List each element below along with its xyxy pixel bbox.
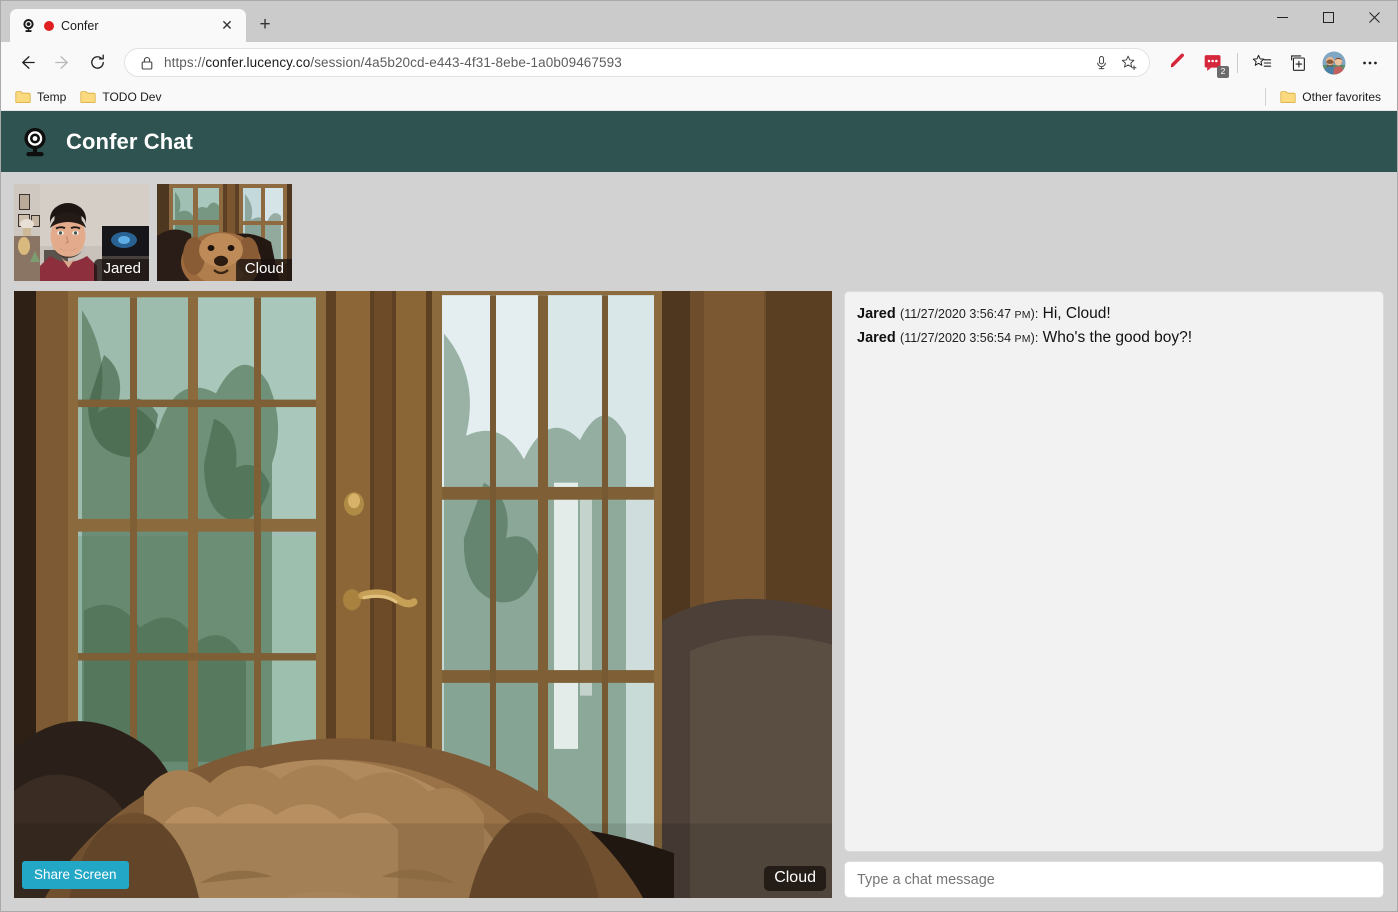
share-screen-button[interactable]: Share Screen	[22, 860, 129, 889]
maximize-button[interactable]	[1305, 1, 1351, 33]
lock-icon	[139, 55, 155, 71]
address-bar[interactable]: https://confer.lucency.co/session/4a5b20…	[124, 48, 1150, 77]
chat-message-list: Jared (11/27/2020 3:56:47 PM): Hi, Cloud…	[844, 291, 1384, 852]
bookmarks-bar: Temp TODO Dev Other favorites	[1, 83, 1397, 111]
favorites-list-icon[interactable]	[1245, 47, 1279, 79]
back-button[interactable]	[11, 46, 44, 79]
participant-thumbnail-cloud[interactable]: Cloud	[157, 184, 292, 281]
chat-message-author: Jared	[857, 330, 896, 347]
extension-icon[interactable]: 2	[1196, 47, 1230, 79]
window-controls	[1259, 1, 1397, 42]
chat-message-text: Hi, Cloud!	[1042, 305, 1111, 322]
other-favorites-label: Other favorites	[1302, 90, 1381, 104]
chat-message-text: Who's the good boy?!	[1042, 329, 1193, 347]
main-video-name-label: Cloud	[764, 865, 826, 891]
chat-message: Jared (11/27/2020 3:56:54 PM): Who's the…	[857, 326, 1371, 350]
stage: Share Screen Cloud Jared (11/27/2020 3:5…	[14, 291, 1384, 898]
bookmark-todo-dev[interactable]: TODO Dev	[74, 88, 169, 106]
recording-indicator-icon	[44, 20, 54, 31]
main-video-cloud[interactable]: Share Screen Cloud	[14, 291, 832, 898]
webcam-logo-icon	[18, 125, 52, 159]
chat-message-input[interactable]	[844, 861, 1384, 898]
browser-window: Confer ✕ + https://confer.lucency.co/ses…	[0, 0, 1398, 912]
bookmarks-divider	[1265, 88, 1267, 106]
add-favorite-star-icon[interactable]	[1115, 50, 1143, 76]
participant-thumbnail-jared[interactable]: Jared	[14, 184, 149, 281]
folder-icon	[80, 90, 96, 104]
bookmark-label: Temp	[37, 89, 67, 104]
chat-message-author: Jared	[857, 306, 896, 322]
app-header: Confer Chat	[1, 111, 1397, 172]
participant-thumbnail-strip: Jared Cloud	[14, 184, 1384, 281]
browser-tab-confer[interactable]: Confer ✕	[10, 9, 246, 42]
webcam-favicon-icon	[20, 17, 37, 34]
microphone-icon[interactable]	[1087, 50, 1115, 76]
refresh-button[interactable]	[81, 46, 114, 79]
profile-avatar[interactable]	[1317, 47, 1351, 79]
app-title: Confer Chat	[66, 128, 193, 154]
collections-pen-icon[interactable]	[1160, 47, 1194, 79]
chat-message: Jared (11/27/2020 3:56:47 PM): Hi, Cloud…	[857, 302, 1371, 326]
tab-close-icon[interactable]: ✕	[216, 15, 238, 37]
tab-title: Confer	[61, 18, 99, 33]
avatar-image	[1322, 51, 1346, 75]
folder-icon	[15, 90, 31, 104]
minimize-button[interactable]	[1259, 1, 1305, 33]
extension-badge-count: 2	[1217, 65, 1229, 78]
participant-name-label: Cloud	[235, 259, 292, 281]
navigation-toolbar: https://confer.lucency.co/session/4a5b20…	[1, 42, 1397, 83]
bookmark-label: TODO Dev	[102, 89, 162, 104]
title-bar: Confer ✕ +	[1, 1, 1397, 42]
close-button[interactable]	[1351, 1, 1397, 33]
collections-icon[interactable]	[1281, 47, 1315, 79]
other-favorites-container: Other favorites	[1265, 83, 1389, 111]
chat-message-timestamp: (11/27/2020 3:56:47 PM):	[900, 307, 1039, 321]
page-viewport: Confer Chat Jared Cloud Share Screen Clo…	[1, 111, 1397, 911]
app-body: Jared Cloud Share Screen Cloud Jared (11…	[1, 172, 1397, 911]
bookmark-temp[interactable]: Temp	[9, 88, 74, 106]
bookmark-other-favorites[interactable]: Other favorites	[1274, 88, 1389, 106]
forward-button[interactable]	[46, 46, 79, 79]
chat-panel: Jared (11/27/2020 3:56:47 PM): Hi, Cloud…	[844, 291, 1384, 898]
folder-icon	[1280, 90, 1296, 104]
new-tab-button[interactable]: +	[250, 10, 280, 40]
participant-name-label: Jared	[94, 259, 149, 281]
toolbar-divider	[1237, 52, 1238, 73]
address-bar-url: https://confer.lucency.co/session/4a5b20…	[164, 55, 622, 70]
settings-and-more-icon[interactable]	[1353, 47, 1387, 79]
chat-message-timestamp: (11/27/2020 3:56:54 PM):	[900, 331, 1039, 346]
